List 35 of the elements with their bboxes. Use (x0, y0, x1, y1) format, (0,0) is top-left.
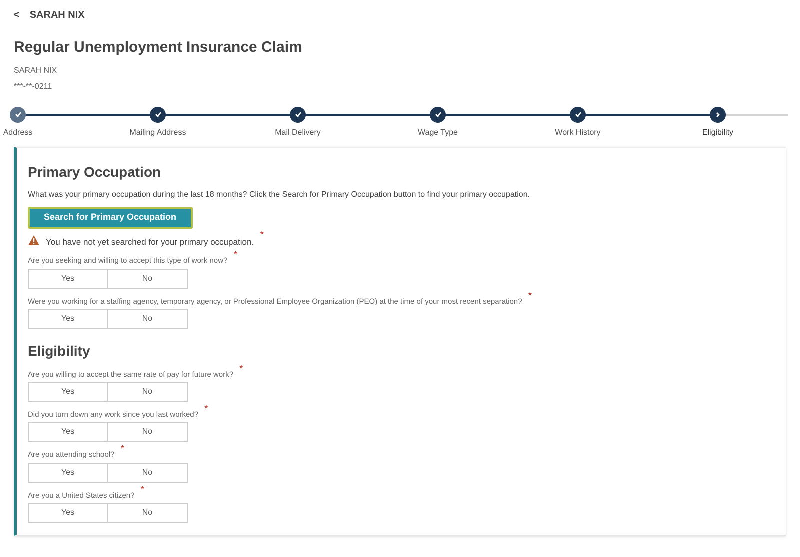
claimant-ssn: ***-**-0211 (14, 80, 54, 92)
warning-text: You have not yet searched for your primary occupation. (46, 236, 254, 248)
claimant-name: SARAH NIX (14, 64, 58, 76)
warning-icon (28, 234, 40, 246)
required-mark: * (240, 364, 244, 375)
option-button[interactable]: Yes (28, 382, 108, 402)
option-button[interactable]: No (108, 462, 188, 482)
required-mark: * (260, 230, 264, 240)
back-link[interactable]: < SARAH NIX (14, 8, 786, 22)
required-mark: * (140, 486, 145, 496)
option-button[interactable]: Yes (28, 462, 108, 482)
section-heading: Eligibility (28, 342, 92, 361)
option-button[interactable]: No (108, 422, 188, 442)
option-button[interactable]: Yes (28, 422, 108, 442)
required-mark: * (234, 251, 238, 262)
option-button[interactable]: Yes (28, 502, 108, 523)
required-mark: * (204, 405, 208, 415)
option-button[interactable]: Yes (28, 268, 108, 288)
section-heading: Primary Occupation (28, 162, 162, 182)
option-button[interactable]: No (108, 308, 188, 329)
option-button[interactable]: No (108, 382, 188, 402)
page-title: Regular Unemployment Insurance Claim (14, 38, 304, 58)
intro-text: What was your primary occupation during the last 18 months? Click the Search for Primary Occupation button to find your primary occupation. (28, 188, 532, 200)
step-label[interactable]: Address (3, 126, 33, 138)
step-label[interactable]: Wage Type (418, 126, 458, 138)
step-label[interactable]: Mailing Address (130, 126, 186, 138)
search-button[interactable]: Search for Primary Occupation (28, 206, 193, 228)
option-button[interactable]: No (108, 502, 188, 523)
step-label[interactable]: Mail Delivery (275, 126, 321, 138)
required-mark: * (120, 445, 125, 456)
option-button[interactable]: No (108, 268, 188, 288)
step-label[interactable]: Work History (555, 126, 601, 138)
step-label[interactable]: Eligibility (702, 126, 734, 138)
required-mark: * (528, 292, 532, 302)
option-button[interactable]: Yes (28, 308, 108, 329)
